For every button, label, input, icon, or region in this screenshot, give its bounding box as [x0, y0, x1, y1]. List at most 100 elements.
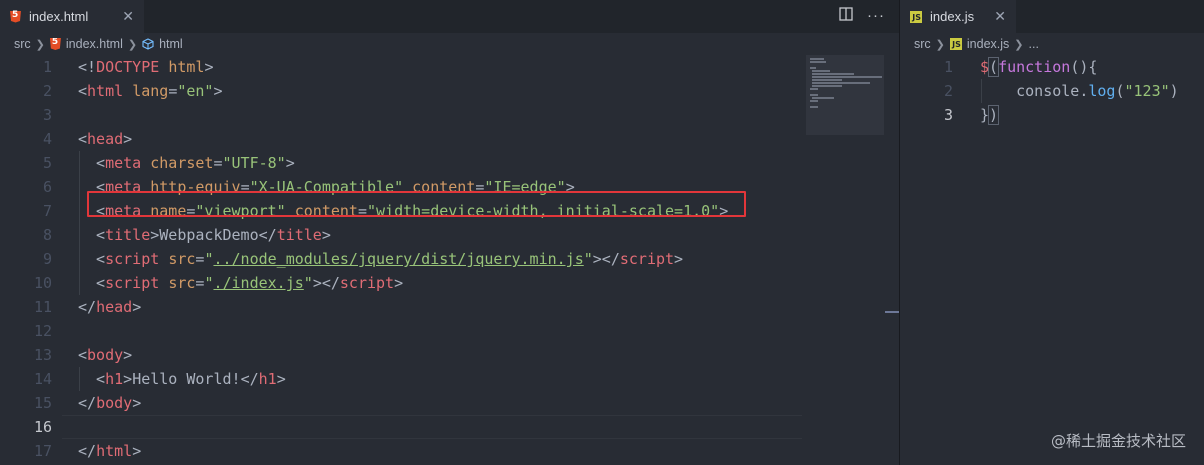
close-icon[interactable]: ✕ [994, 8, 1006, 25]
js-icon: JS [949, 38, 962, 50]
code-text: <!DOCTYPE html> [78, 55, 213, 79]
code-token: ) [988, 105, 1000, 125]
tab-label: index.js [930, 9, 975, 24]
code-text: <h1>Hello World!</h1> [78, 367, 286, 391]
code-token: "123" [1124, 82, 1170, 100]
code-token: script [619, 250, 675, 268]
code-token: meta [105, 154, 142, 172]
code-token: > [285, 154, 295, 172]
code-token: > [213, 82, 223, 100]
code-editor-js[interactable]: 1 $(function(){2 console.log("123") 3}) [900, 55, 1204, 465]
code-token: </ [78, 442, 97, 460]
code-token: < [78, 274, 106, 292]
code-token: </ [78, 298, 97, 316]
code-token: ( [988, 57, 1000, 77]
left-editor-pane: index.html ✕ ··· src ❯ index.html ❯ html… [0, 0, 899, 465]
code-token: script [339, 274, 395, 292]
code-token: " [583, 250, 593, 268]
code-token: src [168, 274, 196, 292]
line-number: 12 [33, 322, 52, 340]
code-token: lang [132, 82, 169, 100]
code-token: > [132, 442, 142, 460]
annotation-highlight-box [87, 191, 746, 217]
code-token: ) [1169, 82, 1179, 100]
line-number: 1 [42, 58, 52, 76]
code-token: ></ [312, 274, 340, 292]
code-token: < [78, 154, 106, 172]
left-tab-bar: index.html ✕ ··· [0, 0, 899, 33]
code-token: console. [980, 82, 1089, 100]
line-number: 10 [33, 274, 52, 292]
code-text: <head> [78, 127, 132, 151]
code-token: > [123, 346, 133, 364]
line-number: 3 [42, 106, 52, 124]
breadcrumb-item-src[interactable]: src [914, 37, 931, 51]
line-number: 5 [42, 154, 52, 172]
code-token: body [87, 346, 124, 364]
html5-icon [49, 38, 61, 50]
code-token: html [87, 82, 124, 100]
code-token: body [96, 394, 133, 412]
minimap[interactable] [806, 55, 884, 135]
code-token: $ [980, 58, 990, 76]
code-token: charset [150, 154, 214, 172]
code-token: ></ [592, 250, 620, 268]
code-token: > [394, 274, 404, 292]
line-number: 1 [943, 58, 953, 76]
breadcrumb-item-symbol[interactable]: html [159, 37, 183, 51]
chevron-right-icon: ❯ [1014, 38, 1024, 51]
code-token: < [78, 370, 106, 388]
code-token: html [168, 58, 205, 76]
chevron-right-icon: ❯ [35, 38, 45, 51]
code-text: console.log("123") [980, 79, 1179, 103]
tab-label: index.html [29, 9, 89, 24]
line-number: 11 [33, 298, 52, 316]
code-token: ( [1115, 82, 1125, 100]
tab-index-js[interactable]: JS index.js ✕ [900, 0, 1016, 33]
breadcrumb-item-file[interactable]: index.html [66, 37, 123, 51]
code-token: ./index.js [213, 274, 304, 292]
code-token: h1 [105, 370, 124, 388]
code-text: <meta charset="UTF-8"> [78, 151, 295, 175]
code-token: < [78, 82, 88, 100]
line-number: 7 [42, 202, 52, 220]
code-token: </ [258, 226, 277, 244]
breadcrumb-item-src[interactable]: src [14, 37, 31, 51]
line-number: 9 [42, 250, 52, 268]
code-token: "en" [177, 82, 214, 100]
line-number: 3 [943, 106, 953, 124]
scrollbar-position-marker [885, 311, 899, 313]
code-token: > [321, 226, 331, 244]
close-icon[interactable]: ✕ [122, 8, 134, 25]
code-editor-html[interactable]: 1 <!DOCTYPE html> 2 <html lang="en"> 3 4 <head… [0, 55, 899, 465]
code-token: = [213, 154, 223, 172]
line-number: 8 [42, 226, 52, 244]
tab-index-html[interactable]: index.html ✕ [0, 0, 144, 33]
breadcrumb-item-file[interactable]: index.js [967, 37, 1009, 51]
code-token: "UTF-8" [222, 154, 286, 172]
js-icon: JS [910, 10, 922, 23]
code-text: </body> [78, 391, 141, 415]
breadcrumb-item-ellipsis[interactable]: ... [1029, 37, 1039, 51]
code-token: function [998, 58, 1071, 76]
code-text: </html> [78, 439, 141, 463]
code-token: > [674, 250, 684, 268]
code-token: script [105, 250, 160, 268]
code-token: title [105, 226, 151, 244]
split-editor-icon[interactable] [839, 7, 853, 25]
code-text: $(function(){ [980, 55, 1097, 79]
line-number: 2 [943, 82, 953, 100]
code-text: <script src="./index.js"></script> [78, 271, 403, 295]
code-token: < [78, 250, 106, 268]
code-token: head [87, 130, 124, 148]
code-text: <html lang="en"> [78, 79, 223, 103]
code-token: > [123, 130, 133, 148]
more-actions-icon[interactable]: ··· [867, 7, 885, 25]
code-text: <script src="../node_modules/jquery/dist… [78, 247, 683, 271]
line-number: 6 [42, 178, 52, 196]
code-token: " [303, 274, 313, 292]
vertical-scrollbar[interactable] [885, 55, 899, 465]
